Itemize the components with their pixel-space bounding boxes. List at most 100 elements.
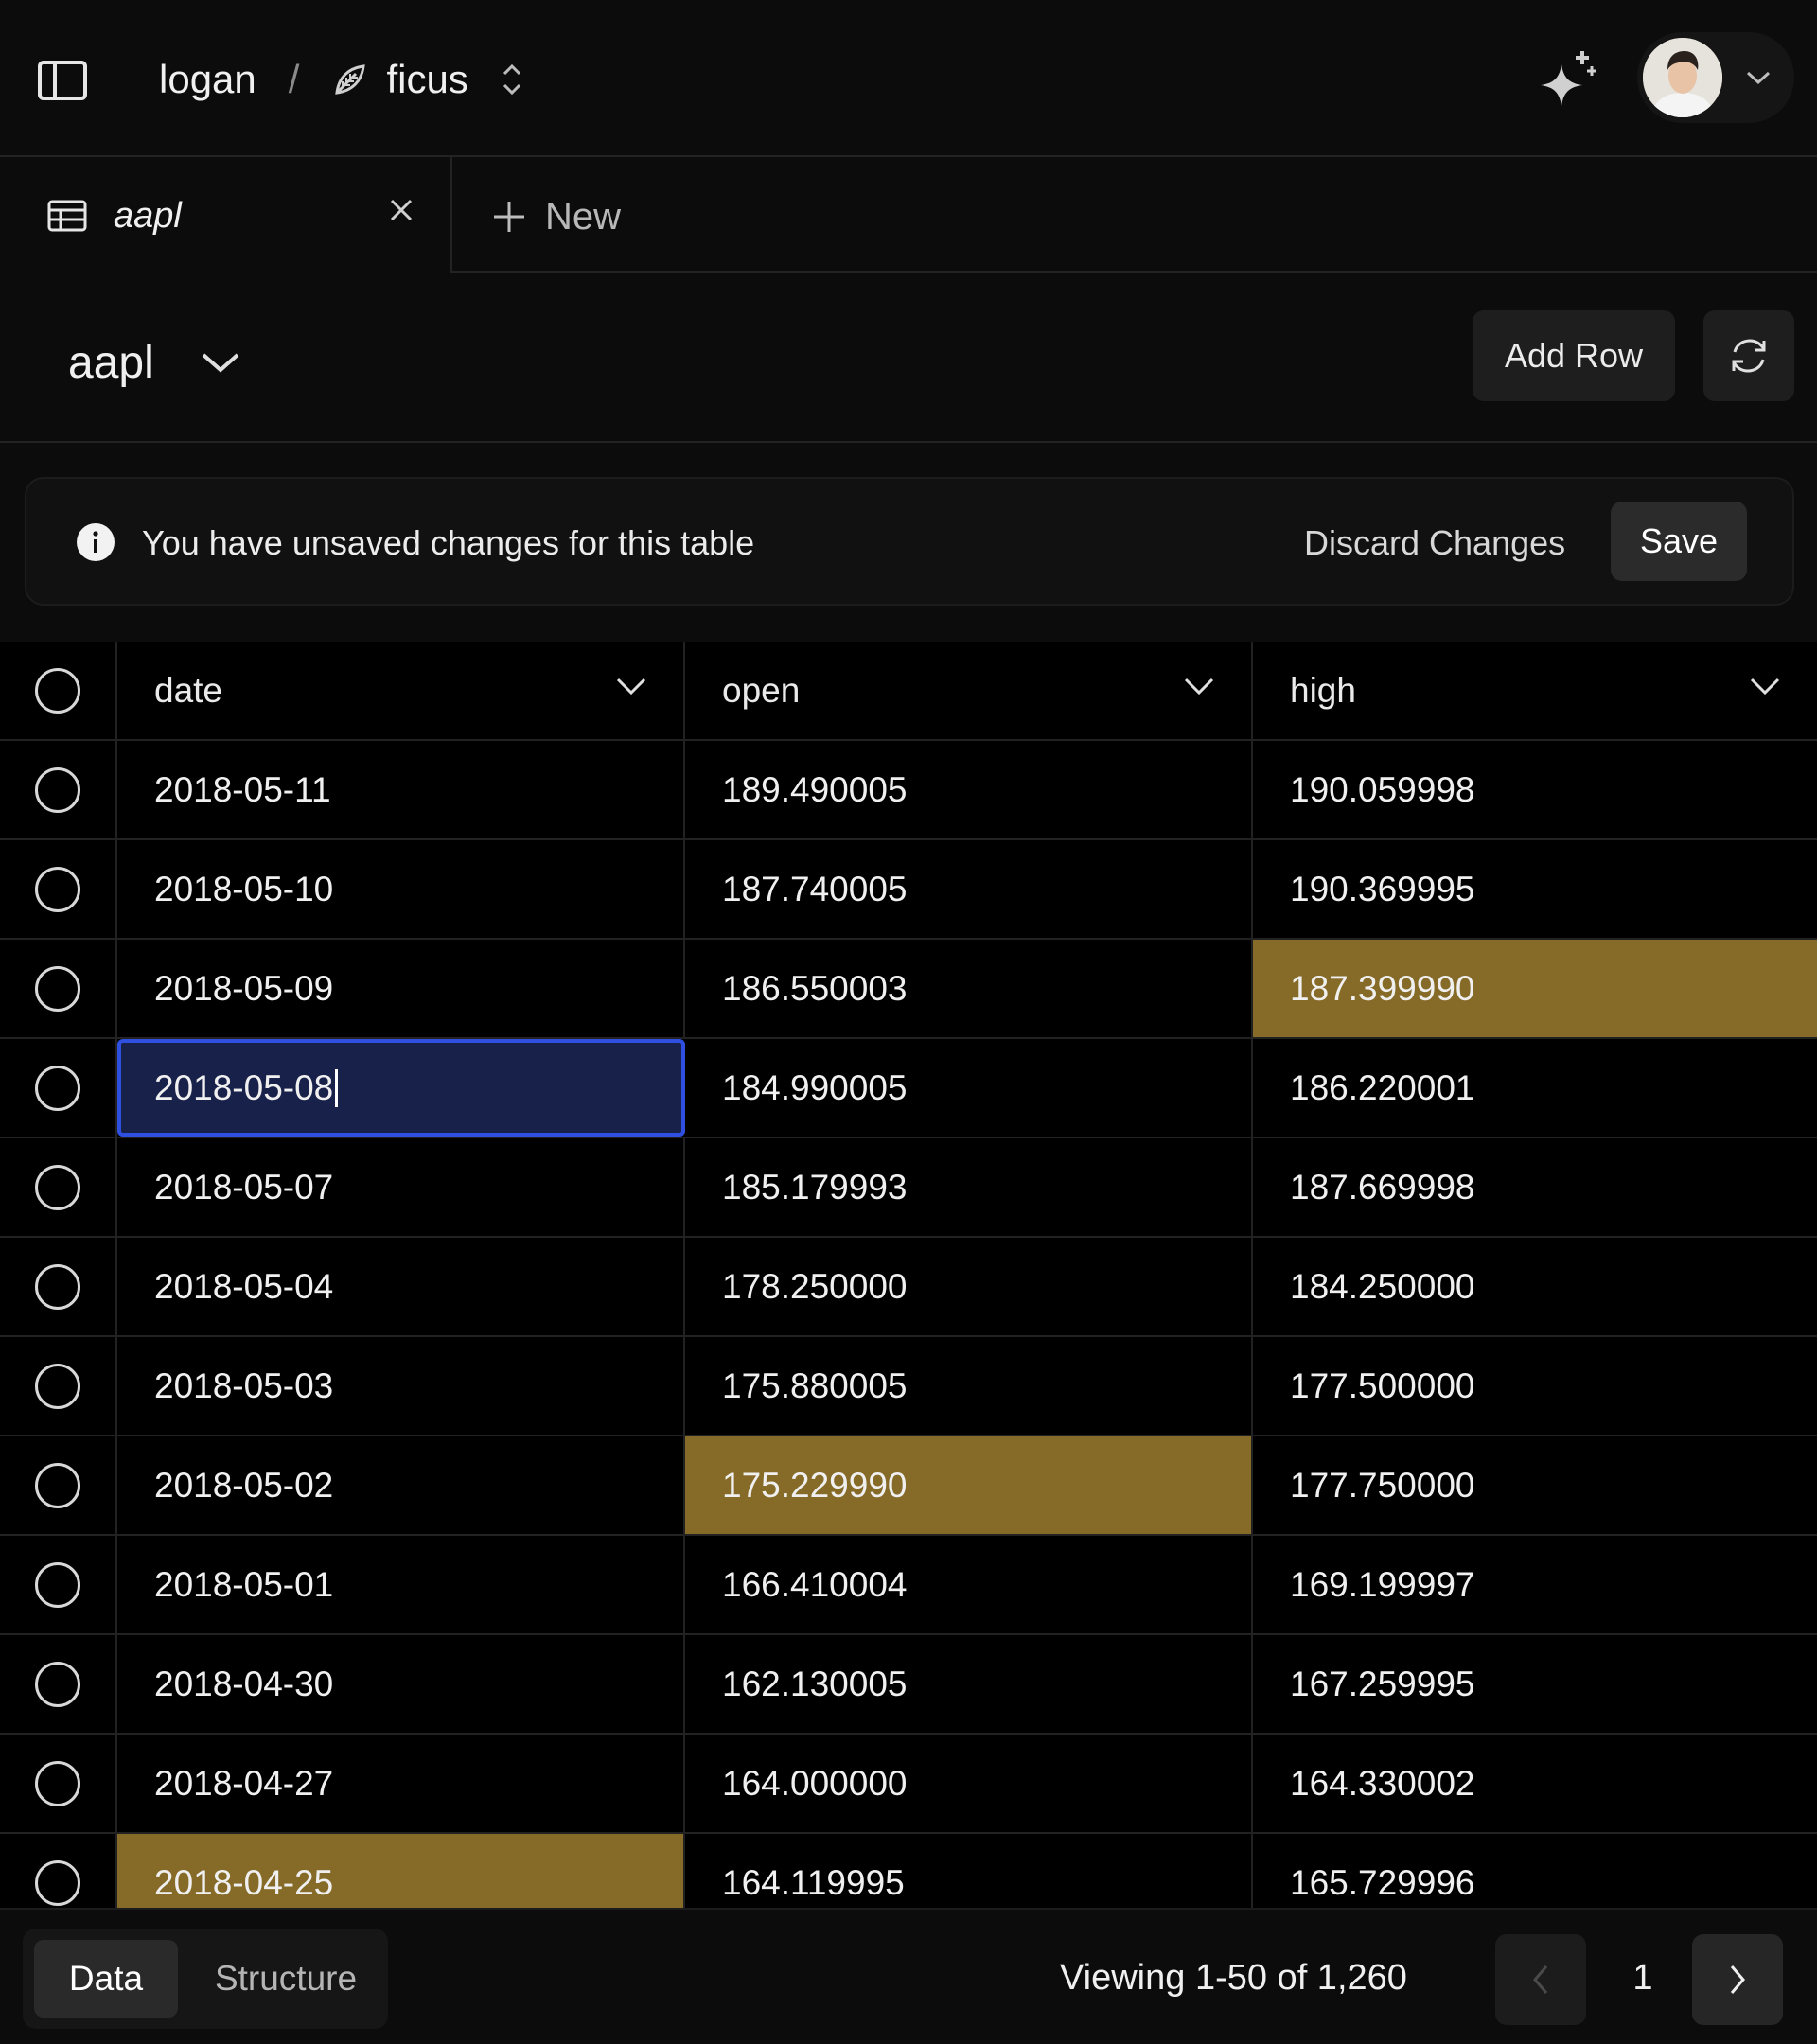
sparkle-icon[interactable] — [1531, 44, 1603, 115]
user-menu[interactable] — [1637, 32, 1794, 123]
cell-value: 2018-05-11 — [154, 769, 331, 809]
close-icon[interactable] — [386, 195, 416, 225]
new-tab-button[interactable]: New — [490, 191, 621, 242]
leaf-icon — [331, 61, 369, 98]
cell-open[interactable]: 162.130005 — [685, 1635, 1253, 1733]
table-row: 2018-05-11 189.490005 190.059998 — [0, 741, 1817, 840]
cell-open[interactable]: 189.490005 — [685, 741, 1253, 838]
row-checkbox[interactable] — [35, 1661, 80, 1707]
table-row: 2018-05-02 175.229990 177.750000 — [0, 1436, 1817, 1536]
cell-open[interactable]: 164.119995 — [685, 1834, 1253, 1908]
chevron-up-down-icon[interactable] — [501, 61, 523, 98]
chevron-down-icon[interactable] — [615, 676, 647, 696]
cell-open[interactable]: 175.880005 — [685, 1337, 1253, 1435]
view-switcher: Data Structure — [23, 1929, 388, 2029]
cell-high[interactable]: 167.259995 — [1253, 1635, 1817, 1733]
cell-high[interactable]: 177.500000 — [1253, 1337, 1817, 1435]
row-checkbox[interactable] — [35, 965, 80, 1012]
row-checkbox[interactable] — [35, 1462, 80, 1508]
cell-open[interactable]: 166.410004 — [685, 1536, 1253, 1633]
cell-value: 164.330002 — [1290, 1763, 1475, 1803]
cell-high[interactable]: 186.220001 — [1253, 1039, 1817, 1137]
add-row-button[interactable]: Add Row — [1473, 310, 1675, 401]
cell-value: 184.250000 — [1290, 1266, 1475, 1306]
row-checkbox[interactable] — [35, 1859, 80, 1906]
column-header-open[interactable]: open — [685, 642, 1253, 739]
cell-open[interactable]: 164.000000 — [685, 1735, 1253, 1832]
tab-bar: aapl New — [0, 157, 1817, 274]
select-all-checkbox[interactable] — [35, 667, 80, 714]
breadcrumb-project[interactable]: ficus — [386, 57, 467, 102]
cell-open[interactable]: 184.990005 — [685, 1039, 1253, 1137]
breadcrumb-owner[interactable]: logan — [159, 57, 256, 102]
save-button[interactable]: Save — [1611, 502, 1747, 581]
cell-high[interactable]: 187.399990 — [1253, 940, 1817, 1037]
cell-value: 2018-05-01 — [154, 1564, 334, 1604]
column-header-date[interactable]: date — [117, 642, 685, 739]
row-checkbox[interactable] — [35, 1263, 80, 1310]
cell-open[interactable]: 175.229990 — [685, 1436, 1253, 1534]
cell-value: 177.500000 — [1290, 1366, 1475, 1405]
current-page: 1 — [1632, 1958, 1653, 1998]
cell-open[interactable]: 178.250000 — [685, 1238, 1253, 1335]
cell-date-editing[interactable]: 2018-05-08 — [117, 1039, 685, 1137]
data-view-tab[interactable]: Data — [34, 1940, 178, 2018]
top-bar: logan / ficus — [0, 0, 1817, 157]
chevron-down-icon[interactable] — [1183, 676, 1215, 696]
chevron-right-icon — [1730, 1965, 1745, 1994]
cell-date[interactable]: 2018-04-25 — [117, 1834, 685, 1908]
cell-date[interactable]: 2018-05-04 — [117, 1238, 685, 1335]
cell-value: 175.229990 — [722, 1465, 908, 1505]
row-select-cell — [0, 1735, 117, 1832]
cell-open[interactable]: 186.550003 — [685, 940, 1253, 1037]
chevron-down-icon[interactable] — [1749, 676, 1781, 696]
cell-open[interactable]: 185.179993 — [685, 1138, 1253, 1236]
cell-date[interactable]: 2018-05-07 — [117, 1138, 685, 1236]
discard-changes-button[interactable]: Discard Changes — [1304, 522, 1565, 564]
breadcrumb: logan / ficus — [159, 49, 523, 110]
cell-value: 187.399990 — [1290, 968, 1475, 1008]
cell-date[interactable]: 2018-05-10 — [117, 840, 685, 938]
row-checkbox[interactable] — [35, 1164, 80, 1210]
cell-high[interactable]: 187.669998 — [1253, 1138, 1817, 1236]
cell-high[interactable]: 190.369995 — [1253, 840, 1817, 938]
tab-aapl[interactable]: aapl — [0, 157, 452, 274]
breadcrumb-separator: / — [288, 57, 300, 101]
cell-value: 2018-05-09 — [154, 968, 334, 1008]
unsaved-changes-message: You have unsaved changes for this table — [142, 523, 755, 562]
cell-open[interactable]: 187.740005 — [685, 840, 1253, 938]
column-header-high[interactable]: high — [1253, 642, 1817, 739]
cell-value: 2018-05-03 — [154, 1366, 334, 1405]
cell-high[interactable]: 184.250000 — [1253, 1238, 1817, 1335]
cell-value: 189.490005 — [722, 769, 908, 809]
refresh-icon[interactable] — [1703, 310, 1794, 401]
cell-high[interactable]: 190.059998 — [1253, 741, 1817, 838]
structure-view-tab[interactable]: Structure — [191, 1940, 380, 2018]
cell-high[interactable]: 164.330002 — [1253, 1735, 1817, 1832]
row-checkbox[interactable] — [35, 1760, 80, 1806]
row-checkbox[interactable] — [35, 866, 80, 912]
cell-value: 164.000000 — [722, 1763, 908, 1803]
cell-date[interactable]: 2018-05-09 — [117, 940, 685, 1037]
cell-high[interactable]: 165.729996 — [1253, 1834, 1817, 1908]
avatar — [1643, 38, 1722, 117]
next-page-button[interactable] — [1692, 1934, 1783, 2025]
table-selector[interactable]: aapl — [68, 329, 241, 396]
cell-date[interactable]: 2018-05-03 — [117, 1337, 685, 1435]
row-select-cell — [0, 1238, 117, 1335]
cell-date[interactable]: 2018-04-30 — [117, 1635, 685, 1733]
row-checkbox[interactable] — [35, 766, 80, 813]
cell-date[interactable]: 2018-05-01 — [117, 1536, 685, 1633]
row-checkbox[interactable] — [35, 1363, 80, 1409]
cell-date[interactable]: 2018-05-02 — [117, 1436, 685, 1534]
cell-date[interactable]: 2018-05-11 — [117, 741, 685, 838]
cell-value: 185.179993 — [722, 1167, 908, 1207]
cell-high[interactable]: 177.750000 — [1253, 1436, 1817, 1534]
row-checkbox[interactable] — [35, 1561, 80, 1608]
cell-high[interactable]: 169.199997 — [1253, 1536, 1817, 1633]
sidebar-toggle-icon[interactable] — [34, 52, 91, 109]
row-checkbox[interactable] — [35, 1065, 80, 1111]
cell-value: 166.410004 — [722, 1564, 908, 1604]
cell-date[interactable]: 2018-04-27 — [117, 1735, 685, 1832]
previous-page-button[interactable] — [1495, 1934, 1586, 2025]
